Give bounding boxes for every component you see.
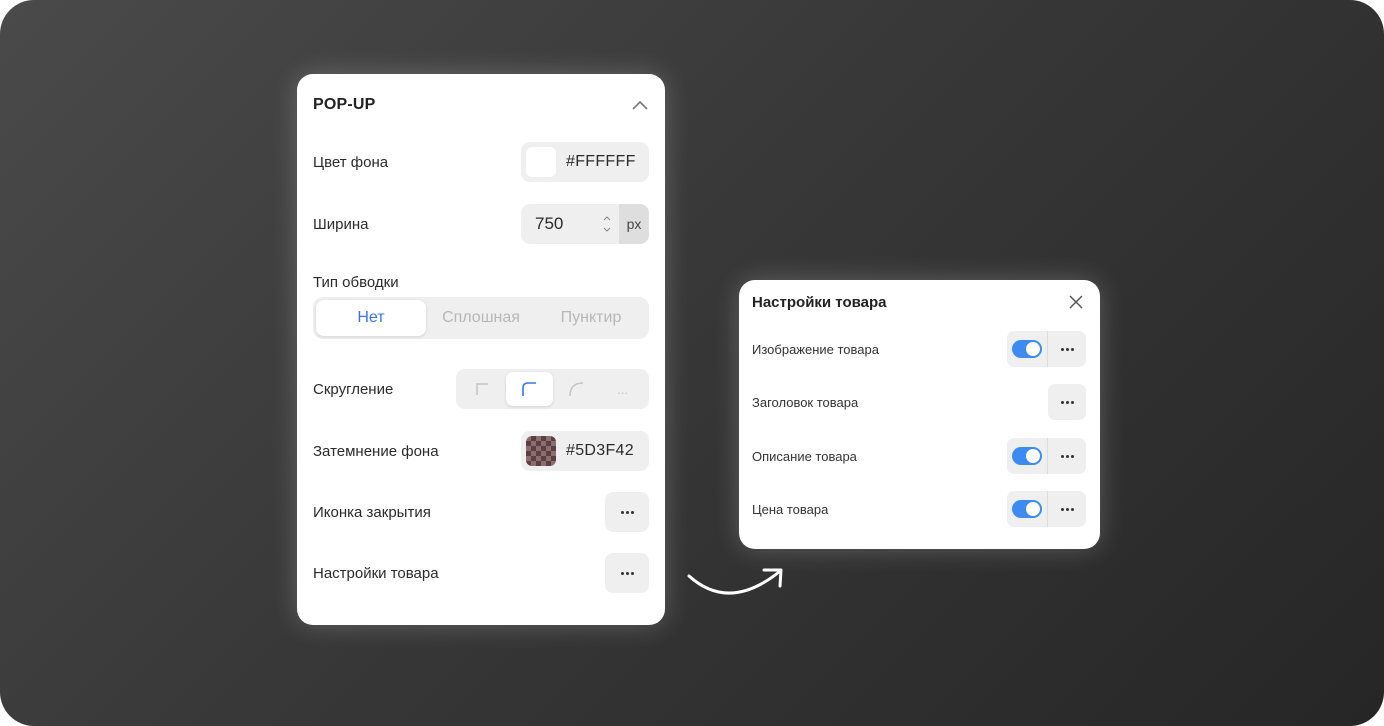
width-stepper[interactable] [603, 216, 611, 232]
rounding-more-button[interactable]: ... [599, 372, 646, 406]
width-row: Ширина 750 px [313, 204, 649, 244]
product-settings-label: Настройки товара [313, 564, 439, 582]
width-input[interactable]: 750 [521, 204, 619, 244]
overlay-color-field[interactable]: #5D3F42 [521, 431, 649, 471]
close-icon-row: Иконка закрытия [313, 492, 649, 532]
background-color-field[interactable]: #FFFFFF [521, 142, 649, 182]
stepper-down-icon[interactable] [603, 227, 611, 232]
product-item-controls [1048, 384, 1086, 420]
product-item-price: Цена товара [752, 491, 1086, 527]
border-type-segmented-control: Нет Сплошная Пунктир [313, 297, 649, 339]
square-corner-icon[interactable] [459, 372, 506, 406]
close-icon-more-button[interactable] [605, 492, 649, 532]
more-dots-icon [1060, 454, 1074, 458]
product-heading-more-button[interactable] [1048, 384, 1086, 420]
border-type-dashed[interactable]: Пунктир [536, 300, 646, 336]
product-settings-panel: Настройки товара Изображение товара Заго… [739, 280, 1100, 549]
width-unit[interactable]: px [619, 204, 649, 244]
product-settings-row: Настройки товара [313, 553, 649, 593]
close-icon[interactable] [1066, 292, 1086, 312]
overlay-color-value[interactable]: #5D3F42 [566, 442, 634, 460]
product-item-controls [1007, 438, 1086, 474]
toggle-container [1007, 491, 1048, 527]
rounding-row: Скругление ... [313, 369, 649, 409]
border-type-solid[interactable]: Сплошная [426, 300, 536, 336]
product-image-more-button[interactable] [1048, 331, 1086, 367]
more-dots-icon [620, 571, 634, 575]
width-label: Ширина [313, 215, 369, 233]
overlay-color-swatch[interactable] [526, 436, 556, 466]
product-item-label: Цена товара [752, 501, 829, 517]
product-image-toggle[interactable] [1012, 340, 1042, 358]
product-settings-more-button[interactable] [605, 553, 649, 593]
background-color-value[interactable]: #FFFFFF [566, 153, 636, 171]
rounding-options: ... [456, 369, 649, 409]
product-price-toggle[interactable] [1012, 500, 1042, 518]
product-item-controls [1007, 331, 1086, 367]
popup-settings-panel: POP-UP Цвет фона #FFFFFF Ширина 750 px Т… [297, 74, 665, 625]
border-type-label: Тип обводки [313, 273, 399, 291]
product-item-label: Изображение товара [752, 341, 879, 357]
product-item-description: Описание товара [752, 438, 1086, 474]
background-stage: POP-UP Цвет фона #FFFFFF Ширина 750 px Т… [0, 0, 1384, 726]
product-item-label: Заголовок товара [752, 394, 859, 410]
background-color-row: Цвет фона #FFFFFF [313, 142, 649, 182]
chevron-up-icon[interactable] [631, 96, 649, 114]
popup-title: POP-UP [313, 96, 376, 113]
background-color-swatch[interactable] [526, 147, 556, 177]
rounded-corner-icon[interactable] [505, 372, 553, 406]
product-description-more-button[interactable] [1048, 438, 1086, 474]
toggle-container [1007, 438, 1048, 474]
stepper-up-icon[interactable] [603, 216, 611, 221]
border-type-row: Тип обводки [313, 272, 649, 292]
more-dots-icon [1060, 400, 1074, 404]
product-item-image: Изображение товара [752, 331, 1086, 367]
product-description-toggle[interactable] [1012, 447, 1042, 465]
product-panel-title: Настройки товара [752, 293, 887, 311]
product-price-more-button[interactable] [1048, 491, 1086, 527]
more-dots-icon [620, 510, 634, 514]
toggle-container [1007, 331, 1048, 367]
more-dots-icon [1060, 507, 1074, 511]
background-color-label: Цвет фона [313, 153, 389, 171]
curved-arrow-icon [687, 568, 783, 595]
overlay-row: Затемнение фона #5D3F42 [313, 431, 649, 471]
product-panel-header: Настройки товара [752, 291, 1086, 313]
width-value[interactable]: 750 [535, 214, 563, 234]
close-icon-label: Иконка закрытия [313, 503, 431, 521]
full-round-corner-icon[interactable] [553, 372, 600, 406]
product-item-heading: Заголовок товара [752, 384, 1086, 420]
product-item-label: Описание товара [752, 448, 857, 464]
popup-header: POP-UP [313, 92, 649, 118]
rounding-label: Скругление [313, 380, 394, 398]
width-field: 750 px [521, 204, 649, 244]
border-type-none[interactable]: Нет [316, 300, 426, 336]
product-item-controls [1007, 491, 1086, 527]
more-dots-icon [1060, 347, 1074, 351]
overlay-label: Затемнение фона [313, 442, 439, 460]
